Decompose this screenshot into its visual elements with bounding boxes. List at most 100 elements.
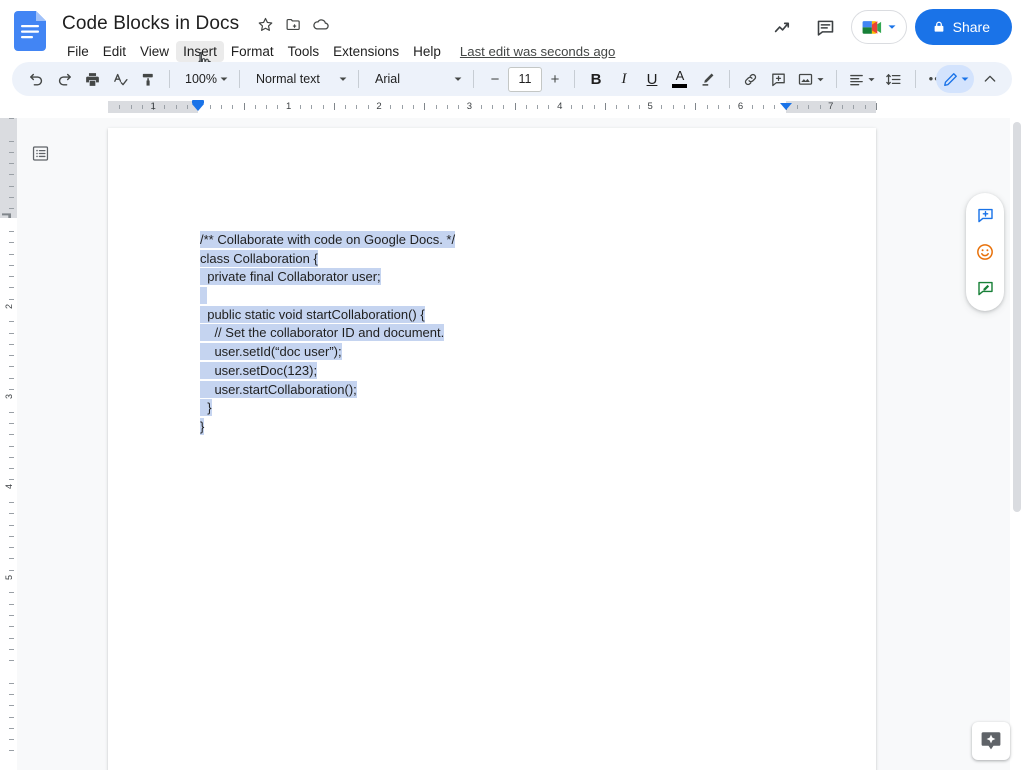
suggest-edit-icon[interactable] bbox=[970, 274, 1000, 304]
ruler-tick bbox=[424, 103, 425, 110]
chevron-down-icon bbox=[338, 74, 348, 84]
first-line-indent-marker[interactable] bbox=[192, 100, 204, 104]
google-docs-logo[interactable] bbox=[14, 11, 46, 51]
code-line[interactable]: /** Collaborate with code on Google Docs… bbox=[200, 231, 455, 250]
italic-label: I bbox=[621, 71, 626, 88]
vertical-scrollbar-track[interactable] bbox=[1010, 118, 1024, 770]
ruler-tick bbox=[9, 457, 14, 458]
code-line[interactable]: } bbox=[200, 418, 455, 437]
add-comment-icon[interactable] bbox=[970, 200, 1000, 230]
editing-mode-button[interactable] bbox=[936, 65, 974, 93]
ruler-tick bbox=[481, 105, 482, 109]
code-line-text: user.startCollaboration(); bbox=[200, 381, 357, 398]
insert-link-icon[interactable] bbox=[737, 65, 765, 93]
ruler-tick bbox=[9, 502, 14, 503]
code-line[interactable]: } bbox=[200, 399, 455, 418]
ruler-tick bbox=[9, 694, 14, 695]
vertical-ruler[interactable]: 2345 bbox=[0, 118, 17, 770]
ruler-tick bbox=[515, 103, 516, 110]
show-outline-icon[interactable] bbox=[27, 140, 53, 166]
increase-font-size-button[interactable]: + bbox=[543, 67, 567, 91]
ruler-tick bbox=[9, 558, 14, 559]
right-indent-marker[interactable] bbox=[780, 103, 792, 110]
star-icon[interactable] bbox=[253, 12, 277, 36]
activity-trend-icon[interactable] bbox=[765, 8, 803, 46]
menu-extensions[interactable]: Extensions bbox=[326, 41, 406, 62]
insert-image-icon[interactable] bbox=[793, 65, 829, 93]
ruler-tick bbox=[582, 105, 583, 109]
code-line[interactable]: user.setId(“doc user”); bbox=[200, 343, 455, 362]
decrease-font-size-button[interactable]: − bbox=[483, 67, 507, 91]
ruler-tick bbox=[356, 105, 357, 109]
ruler-tick bbox=[9, 254, 14, 255]
menu-tools[interactable]: Tools bbox=[281, 41, 327, 62]
line-spacing-icon[interactable] bbox=[880, 65, 908, 93]
toolbar-divider bbox=[574, 70, 575, 88]
ruler-tick bbox=[210, 105, 211, 109]
code-line[interactable]: public static void startCollaboration() … bbox=[200, 306, 455, 325]
paragraph-style-selector[interactable]: Normal text bbox=[247, 66, 351, 92]
code-line[interactable] bbox=[200, 287, 455, 306]
code-block-content[interactable]: /** Collaborate with code on Google Docs… bbox=[200, 231, 455, 437]
code-line-text: class Collaboration { bbox=[200, 250, 318, 267]
menu-help[interactable]: Help bbox=[406, 41, 448, 62]
align-left-icon[interactable] bbox=[844, 65, 880, 93]
menu-view[interactable]: View bbox=[133, 41, 176, 62]
ruler-tick bbox=[853, 105, 854, 109]
explore-sparkle-icon[interactable] bbox=[972, 722, 1010, 760]
google-meet-button[interactable] bbox=[851, 10, 907, 44]
menu-file[interactable]: File bbox=[60, 41, 96, 62]
italic-button[interactable]: I bbox=[610, 65, 638, 93]
undo-icon[interactable] bbox=[22, 65, 50, 93]
share-button[interactable]: Share bbox=[915, 9, 1012, 45]
ruler-number: 3 bbox=[467, 100, 472, 114]
emoji-reaction-icon[interactable] bbox=[970, 237, 1000, 267]
paragraph-style-value: Normal text bbox=[256, 72, 320, 86]
text-color-button[interactable]: A bbox=[666, 65, 694, 93]
vertical-scrollbar-thumb[interactable] bbox=[1013, 122, 1021, 512]
zoom-level-selector[interactable]: 100% bbox=[177, 66, 232, 92]
redo-icon[interactable] bbox=[50, 65, 78, 93]
highlight-pen-icon[interactable] bbox=[694, 65, 722, 93]
code-line[interactable]: private final Collaborator user; bbox=[200, 268, 455, 287]
font-size-input[interactable]: 11 bbox=[508, 67, 542, 92]
ruler-number: 6 bbox=[738, 100, 743, 114]
code-line[interactable]: user.setDoc(123); bbox=[200, 362, 455, 381]
font-family-selector[interactable]: Arial bbox=[366, 66, 466, 92]
ruler-number: 1 bbox=[286, 100, 291, 114]
code-line[interactable]: user.startCollaboration(); bbox=[200, 381, 455, 400]
move-to-folder-icon[interactable] bbox=[281, 12, 305, 36]
collapse-toolbar-button[interactable] bbox=[976, 65, 1004, 93]
ruler-number: 5 bbox=[647, 100, 652, 114]
document-title[interactable]: Code Blocks in Docs bbox=[60, 12, 241, 36]
underline-button[interactable]: U bbox=[638, 65, 666, 93]
menu-edit[interactable]: Edit bbox=[96, 41, 133, 62]
code-line[interactable]: class Collaboration { bbox=[200, 250, 455, 269]
comment-history-icon[interactable] bbox=[807, 8, 845, 46]
bold-button[interactable]: B bbox=[582, 65, 610, 93]
ruler-tick bbox=[244, 103, 245, 110]
last-edit-status[interactable]: Last edit was seconds ago bbox=[460, 44, 615, 59]
add-comment-icon[interactable] bbox=[765, 65, 793, 93]
left-indent-marker[interactable] bbox=[192, 104, 204, 111]
document-page[interactable]: /** Collaborate with code on Google Docs… bbox=[108, 128, 876, 770]
chevron-down-icon bbox=[219, 74, 229, 84]
menu-format[interactable]: Format bbox=[224, 41, 281, 62]
chevron-down-icon bbox=[453, 74, 463, 84]
horizontal-ruler[interactable]: 11234567 bbox=[0, 99, 1024, 115]
ruler-tick bbox=[447, 105, 448, 109]
spellcheck-icon[interactable] bbox=[106, 65, 134, 93]
menu-insert[interactable]: Insert bbox=[176, 41, 224, 62]
code-line[interactable]: // Set the collaborator ID and document. bbox=[200, 324, 455, 343]
chevron-down-icon bbox=[816, 75, 825, 84]
ruler-tick bbox=[9, 592, 14, 593]
ruler-tick bbox=[9, 547, 14, 548]
toolbar-divider bbox=[169, 70, 170, 88]
print-icon[interactable] bbox=[78, 65, 106, 93]
paint-format-icon[interactable] bbox=[134, 65, 162, 93]
ruler-tick bbox=[9, 152, 14, 153]
cloud-saved-icon[interactable] bbox=[309, 12, 333, 36]
ruler-tick bbox=[9, 208, 14, 209]
ruler-tick bbox=[808, 105, 809, 109]
chevron-down-icon bbox=[867, 75, 876, 84]
